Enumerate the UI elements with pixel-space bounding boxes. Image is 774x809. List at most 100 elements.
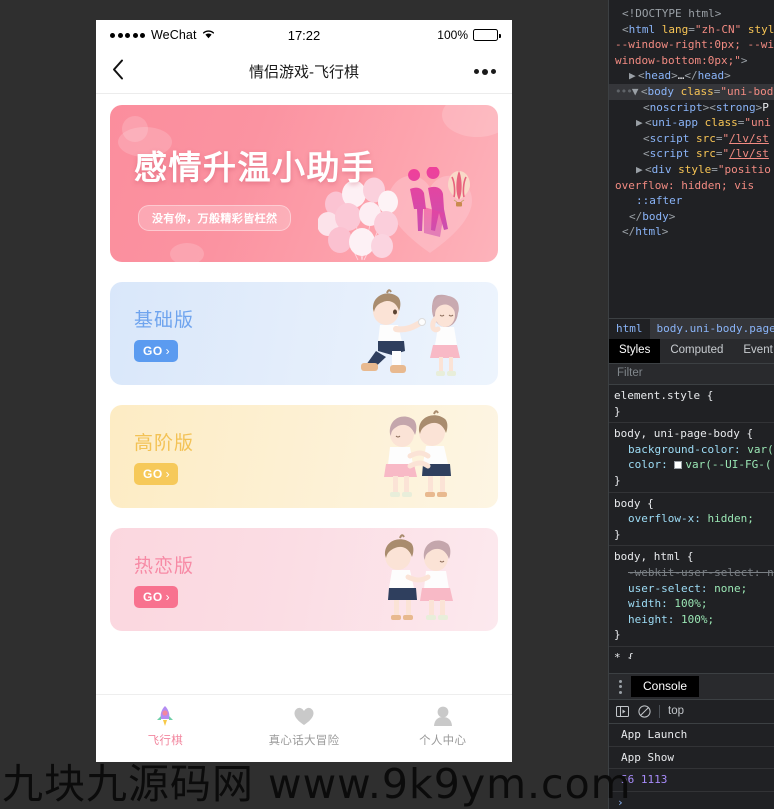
hero-banner[interactable]: 感情升温小助手 没有你，万般精彩皆枉然 [110, 105, 498, 262]
couple-kiss-illustration [384, 410, 451, 497]
css-selector: body, html { [614, 550, 694, 564]
card-basic[interactable]: 基础版 GO › [110, 282, 498, 385]
dom-node-line[interactable]: ▶ <div style="positio [609, 162, 774, 178]
dom-node-line[interactable]: ▶ <uni-app class="uni [609, 115, 774, 131]
console-message[interactable]: App Launch [609, 724, 774, 747]
tab-bar: 飞行棋 真心话大冒险 个人中心 [96, 694, 512, 751]
drawer-tab-strip[interactable]: Console [609, 674, 774, 700]
tab-label: 真心话大冒险 [268, 734, 340, 747]
dom-node-line[interactable]: <script src="/lv/st [609, 146, 774, 162]
couple-holding-hands-illustration [384, 534, 453, 620]
css-declaration[interactable]: width: 100%; [614, 596, 774, 612]
card-title: 基础版 [134, 310, 195, 331]
devtools-panel: <!DOCTYPE html> <html lang="zh-CN" styl --… [608, 0, 774, 809]
css-selector: * { [614, 650, 634, 659]
tab-item-profile[interactable]: 个人中心 [373, 699, 512, 748]
css-rule[interactable]: * { [609, 647, 774, 659]
chevron-left-icon[interactable] [112, 59, 124, 84]
more-vertical-icon[interactable] [609, 679, 631, 694]
chevron-right-icon: › [165, 590, 171, 604]
styles-filter-placeholder: Filter [617, 367, 643, 380]
console-context-selector[interactable]: top [668, 704, 684, 720]
dom-tree[interactable]: <!DOCTYPE html> <html lang="zh-CN" styl --… [609, 0, 774, 318]
breadcrumb[interactable]: htmlbody.uni-body.pages-i [609, 318, 774, 339]
css-rule[interactable]: body, uni-page-body {background-color: v… [609, 423, 774, 493]
screen-root: WeChat 17:22 100% 情侣游戏-飞行棋 感情升温小助手 没有你，万… [0, 0, 774, 809]
status-bar: WeChat 17:22 100% [96, 20, 512, 50]
console-message-list[interactable]: App Launch App Show 56 1113 [609, 724, 774, 792]
css-rule[interactable]: body, html {-webkit-user-select: n user-s… [609, 546, 774, 647]
tab-item-truth-or-dare[interactable]: 真心话大冒险 [235, 699, 374, 748]
go-button[interactable]: GO › [134, 340, 179, 362]
carrier-label: WeChat [151, 28, 197, 42]
chevron-right-icon: › [165, 344, 171, 358]
more-dots-icon[interactable] [474, 68, 496, 75]
styles-tab-computed[interactable]: Computed [660, 339, 733, 363]
styles-tab-strip[interactable]: Styles Computed Event [609, 339, 774, 364]
phone-frame: WeChat 17:22 100% 情侣游戏-飞行棋 感情升温小助手 没有你，万… [96, 20, 512, 762]
console-drawer: Console top App Launch App Show 56 1113 › [609, 673, 774, 809]
battery-percent-label: 100% [437, 28, 468, 42]
dom-node-line[interactable]: ::after [609, 193, 774, 209]
css-rule[interactable]: body {overflow-x: hidden;} [609, 493, 774, 547]
console-toolbar: top [609, 700, 774, 724]
css-rule-close: } [614, 527, 621, 541]
dom-node-line[interactable]: </body> [609, 209, 774, 225]
breadcrumb-item[interactable]: body.uni-body.pages-i [649, 319, 774, 339]
css-declaration[interactable]: background-color: var( [614, 442, 774, 458]
cloud-decoration-icon [442, 105, 498, 137]
status-bar-right: 100% [437, 28, 501, 42]
styles-filter-input[interactable]: Filter [609, 364, 774, 385]
dom-node-line[interactable]: overflow: hidden; vis [609, 178, 774, 194]
dom-node-line[interactable]: window-bottom:0px;"> [609, 53, 774, 69]
css-selector: body { [614, 496, 654, 510]
card-advanced[interactable]: 高阶版 GO › [110, 405, 498, 508]
rocket-icon [153, 704, 177, 728]
dom-node-line[interactable]: </html> [609, 224, 774, 240]
dom-node-line[interactable]: •••▼<body class="uni-body [609, 83, 774, 100]
card-love[interactable]: 热恋版 GO › [110, 528, 498, 631]
banner-subtitle: 没有你，万般精彩皆枉然 [138, 205, 292, 231]
css-declaration[interactable]: -webkit-user-select: n [614, 565, 774, 581]
css-declaration[interactable]: color: var(--UI-FG-( [614, 457, 774, 473]
nav-bar: 情侣游戏-飞行棋 [96, 50, 512, 94]
battery-full-icon [473, 29, 501, 41]
dom-node-line[interactable]: <script src="/lv/st [609, 131, 774, 147]
css-declaration[interactable]: overflow-x: hidden; [614, 511, 774, 527]
go-button[interactable]: GO › [134, 586, 179, 608]
css-selector: element.style { [614, 389, 714, 402]
tab-item-flight-chess[interactable]: 飞行棋 [96, 699, 235, 748]
go-button-label: GO [143, 590, 163, 604]
cloud-decoration-icon [170, 243, 204, 262]
dom-node-line[interactable]: <noscript><strong>P [609, 100, 774, 116]
dom-node-line[interactable]: ▶ <head>…</head> [609, 68, 774, 84]
page-title: 情侣游戏-飞行棋 [249, 64, 359, 81]
signal-dots-icon [110, 32, 145, 38]
css-rule-close: } [614, 628, 621, 642]
styles-tab-styles[interactable]: Styles [609, 339, 661, 363]
css-rules-list[interactable]: element.style {} body, uni-page-body {bac… [609, 385, 774, 659]
breadcrumb-item[interactable]: html [609, 319, 650, 339]
console-prompt-icon[interactable]: › [609, 792, 774, 809]
dom-node-line[interactable]: <html lang="zh-CN" styl [609, 22, 774, 38]
device-preview-pane: WeChat 17:22 100% 情侣游戏-飞行棋 感情升温小助手 没有你，万… [0, 0, 608, 809]
console-message[interactable]: App Show [609, 747, 774, 770]
tab-label: 飞行棋 [147, 734, 184, 747]
css-declaration[interactable]: user-select: none; [614, 581, 774, 597]
dom-node-line[interactable]: <!DOCTYPE html> [609, 6, 774, 22]
console-message[interactable]: 56 1113 [609, 769, 774, 792]
dom-node-line[interactable]: --window-right:0px; --wi [609, 37, 774, 53]
go-button[interactable]: GO › [134, 463, 179, 485]
tab-console[interactable]: Console [631, 675, 700, 698]
css-rule[interactable]: element.style {} [609, 385, 774, 424]
color-swatch-icon[interactable] [674, 461, 683, 470]
clear-console-icon[interactable] [637, 705, 651, 719]
wifi-icon [202, 28, 215, 42]
console-sidebar-icon[interactable] [615, 705, 629, 719]
banner-title: 感情升温小助手 [134, 148, 376, 187]
heart-icon [292, 704, 316, 728]
person-icon [431, 704, 455, 728]
css-declaration[interactable]: height: 100%; [614, 612, 774, 628]
styles-tab-event[interactable]: Event [733, 339, 774, 363]
css-rule-close: } [614, 404, 621, 418]
